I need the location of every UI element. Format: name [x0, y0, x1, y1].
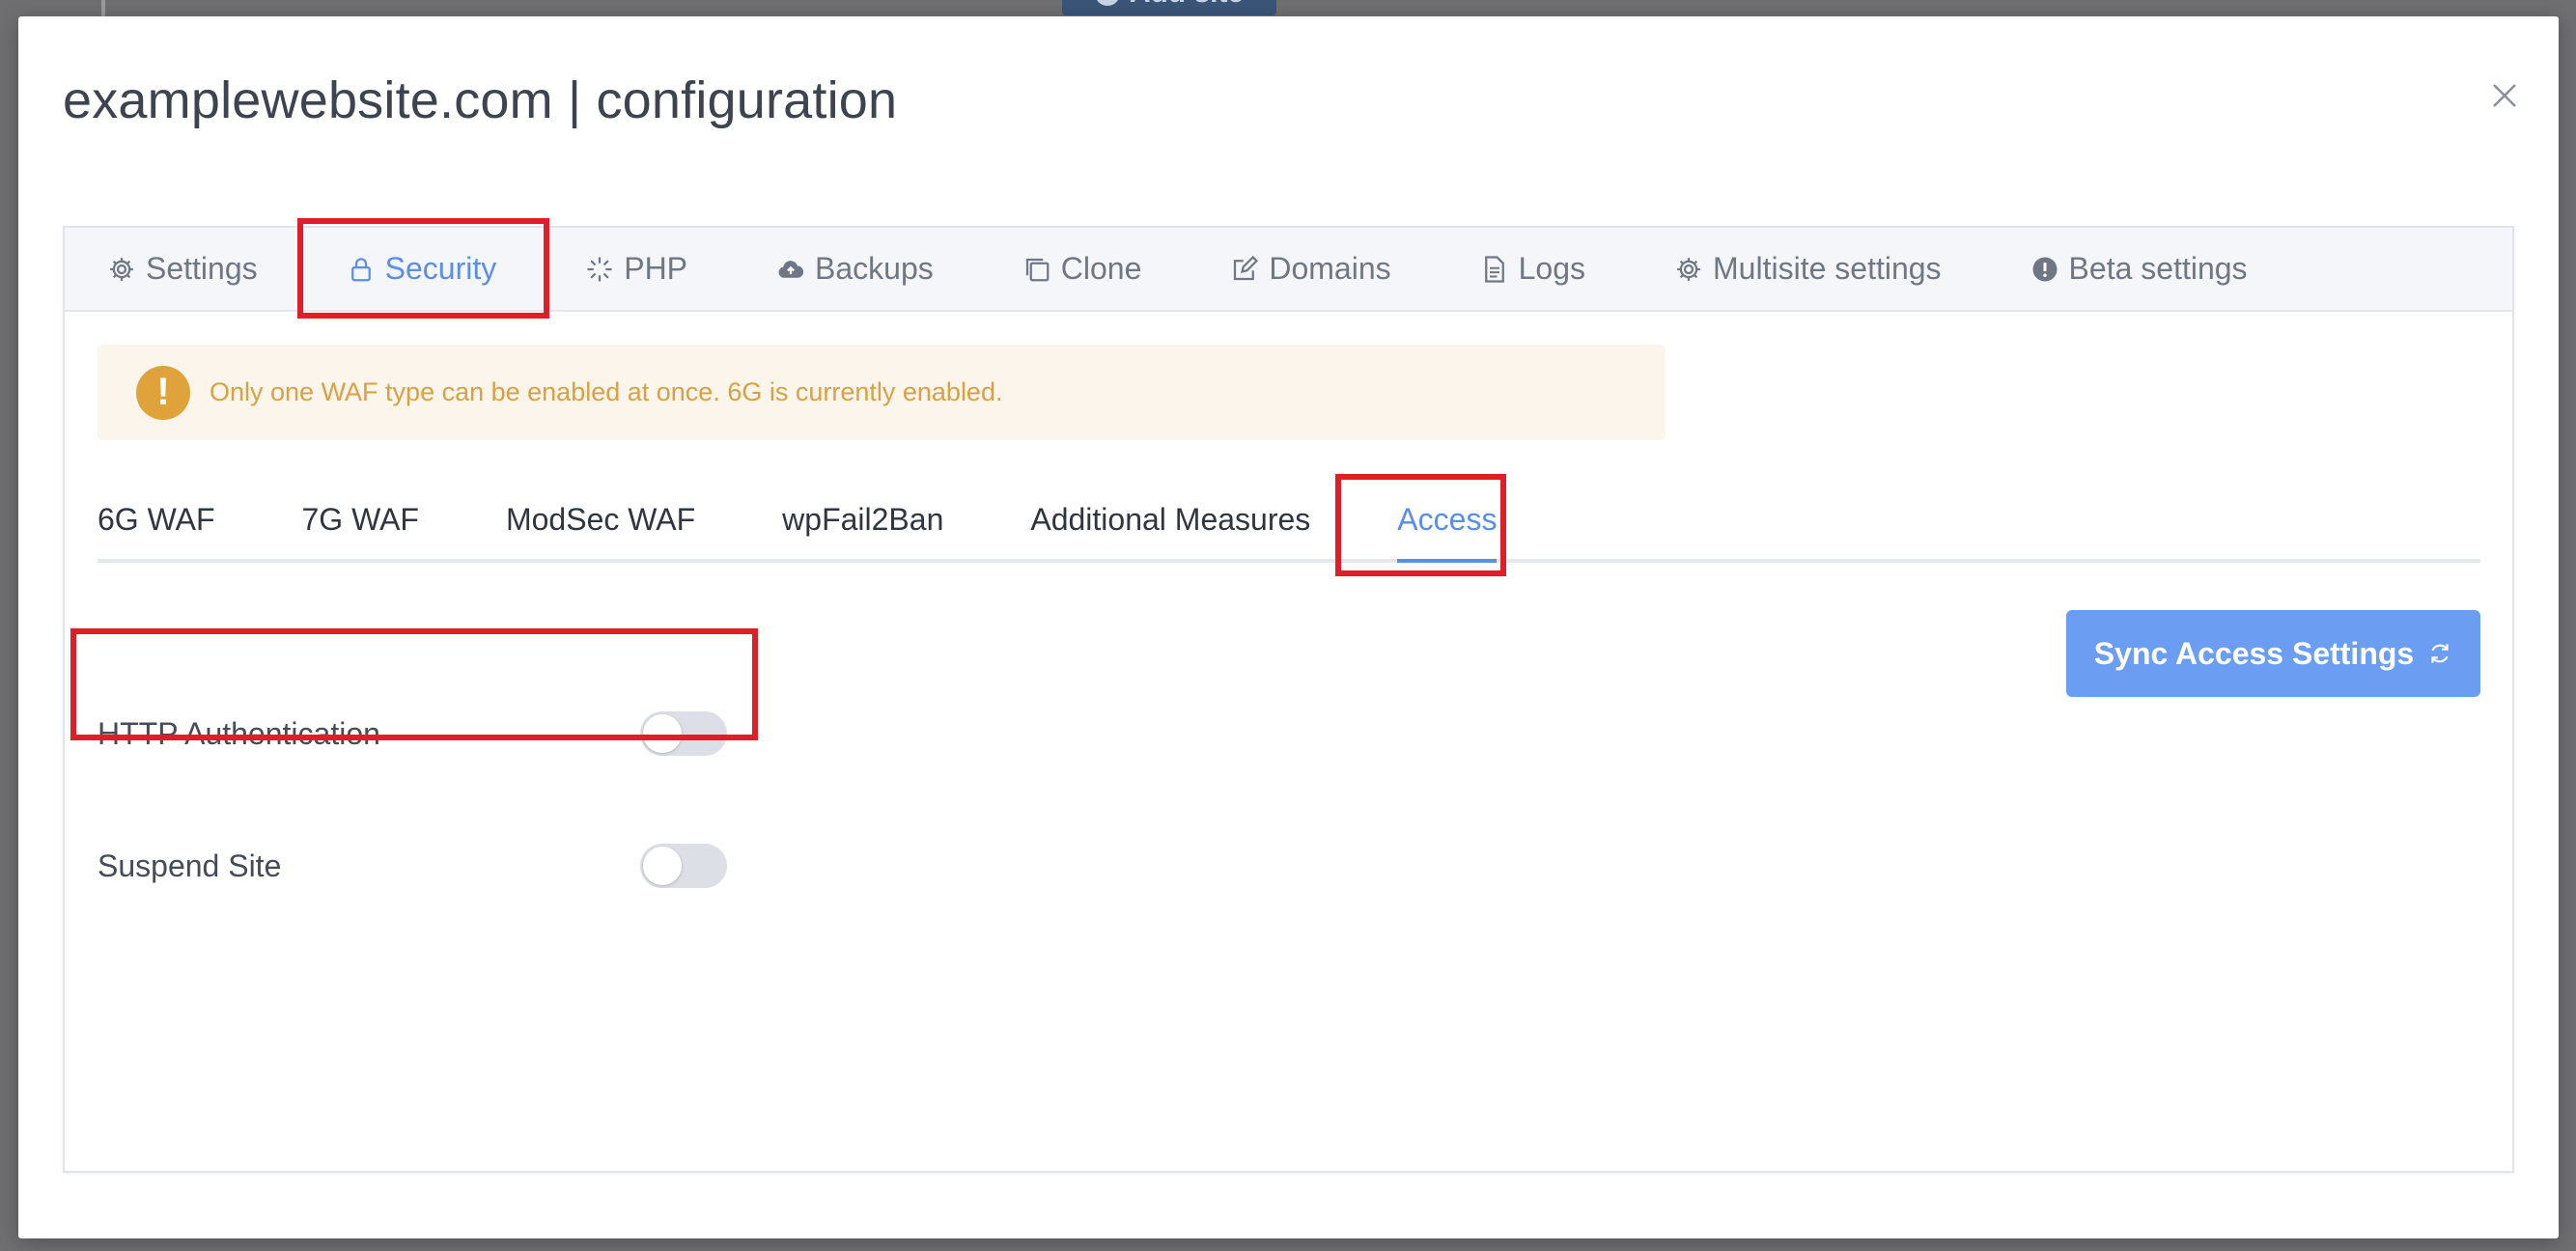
- tab-security[interactable]: Security: [347, 227, 497, 311]
- http-authentication-toggle[interactable]: [640, 711, 727, 756]
- tab-settings[interactable]: Settings: [107, 227, 258, 311]
- tab-beta-settings-label: Beta settings: [2068, 251, 2248, 286]
- close-icon: [2493, 84, 2516, 107]
- tab-backups[interactable]: Backups: [776, 227, 934, 311]
- setting-suspend-site: Suspend Site: [98, 837, 727, 895]
- tab-domains[interactable]: Domains: [1230, 227, 1391, 311]
- suspend-site-label: Suspend Site: [98, 848, 282, 883]
- tab-logs[interactable]: Logs: [1480, 227, 1585, 311]
- configuration-modal: examplewebsite.com | configuration Setti…: [18, 16, 2559, 1238]
- tab-security-label: Security: [384, 251, 497, 286]
- suspend-site-toggle[interactable]: [640, 844, 727, 888]
- sync-access-settings-button[interactable]: Sync Access Settings: [2066, 610, 2480, 697]
- config-panel: Settings Security PHP Backups Clone Doma…: [63, 226, 2514, 1173]
- tab-multisite-settings-label: Multisite settings: [1713, 251, 1942, 286]
- subtab-modsec-waf[interactable]: ModSec WAF: [506, 481, 695, 559]
- close-button[interactable]: [2483, 74, 2526, 117]
- tab-beta-settings[interactable]: Beta settings: [2030, 227, 2248, 311]
- subtab-access[interactable]: Access: [1397, 481, 1498, 563]
- tab-multisite-settings[interactable]: Multisite settings: [1674, 227, 1942, 311]
- tab-logs-label: Logs: [1518, 251, 1586, 286]
- alert-text: Only one WAF type can be enabled at once…: [210, 377, 1003, 406]
- lock-icon: [350, 257, 371, 281]
- tab-clone-label: Clone: [1060, 251, 1142, 286]
- tab-clone[interactable]: Clone: [1022, 227, 1142, 311]
- subtab-6g-waf[interactable]: 6G WAF: [98, 481, 214, 559]
- gear-icon: [110, 257, 133, 281]
- background-divider: [101, 0, 105, 17]
- plus-icon: +: [1094, 0, 1120, 6]
- tab-backups-label: Backups: [815, 251, 934, 286]
- http-authentication-label: HTTP Authentication: [98, 715, 380, 751]
- tab-php[interactable]: PHP: [585, 227, 687, 311]
- document-icon: [1484, 255, 1504, 283]
- sync-button-label: Sync Access Settings: [2093, 635, 2415, 671]
- subtab-wpfail2ban[interactable]: wpFail2Ban: [782, 481, 943, 559]
- tab-php-label: PHP: [624, 251, 688, 286]
- toggle-knob: [643, 847, 682, 885]
- waf-alert: ! Only one WAF type can be enabled at on…: [98, 345, 1666, 440]
- edit-icon: [1234, 255, 1259, 280]
- exclamation-circle-icon: [2032, 257, 2058, 281]
- subtab-additional-measures[interactable]: Additional Measures: [1030, 481, 1310, 559]
- cloud-upload-icon: [778, 260, 804, 278]
- tab-domains-label: Domains: [1269, 251, 1391, 286]
- add-site-button: + Add site: [1062, 0, 1276, 15]
- modal-title: examplewebsite.com | configuration: [63, 71, 898, 129]
- add-site-label: Add site: [1130, 0, 1244, 10]
- subtab-7g-waf[interactable]: 7G WAF: [301, 481, 418, 559]
- loader-icon: [587, 257, 612, 281]
- copy-icon: [1025, 258, 1050, 281]
- exclamation-icon: !: [136, 365, 190, 420]
- gear-icon: [1677, 257, 1700, 281]
- refresh-icon: [2431, 644, 2449, 663]
- tab-settings-label: Settings: [146, 251, 258, 286]
- toggle-knob: [643, 714, 682, 753]
- security-sub-tabs: 6G WAF 7G WAF ModSec WAF wpFail2Ban Addi…: [98, 481, 2480, 563]
- setting-http-authentication: HTTP Authentication: [98, 705, 727, 763]
- main-tabs: Settings Security PHP Backups Clone Doma…: [65, 228, 2512, 312]
